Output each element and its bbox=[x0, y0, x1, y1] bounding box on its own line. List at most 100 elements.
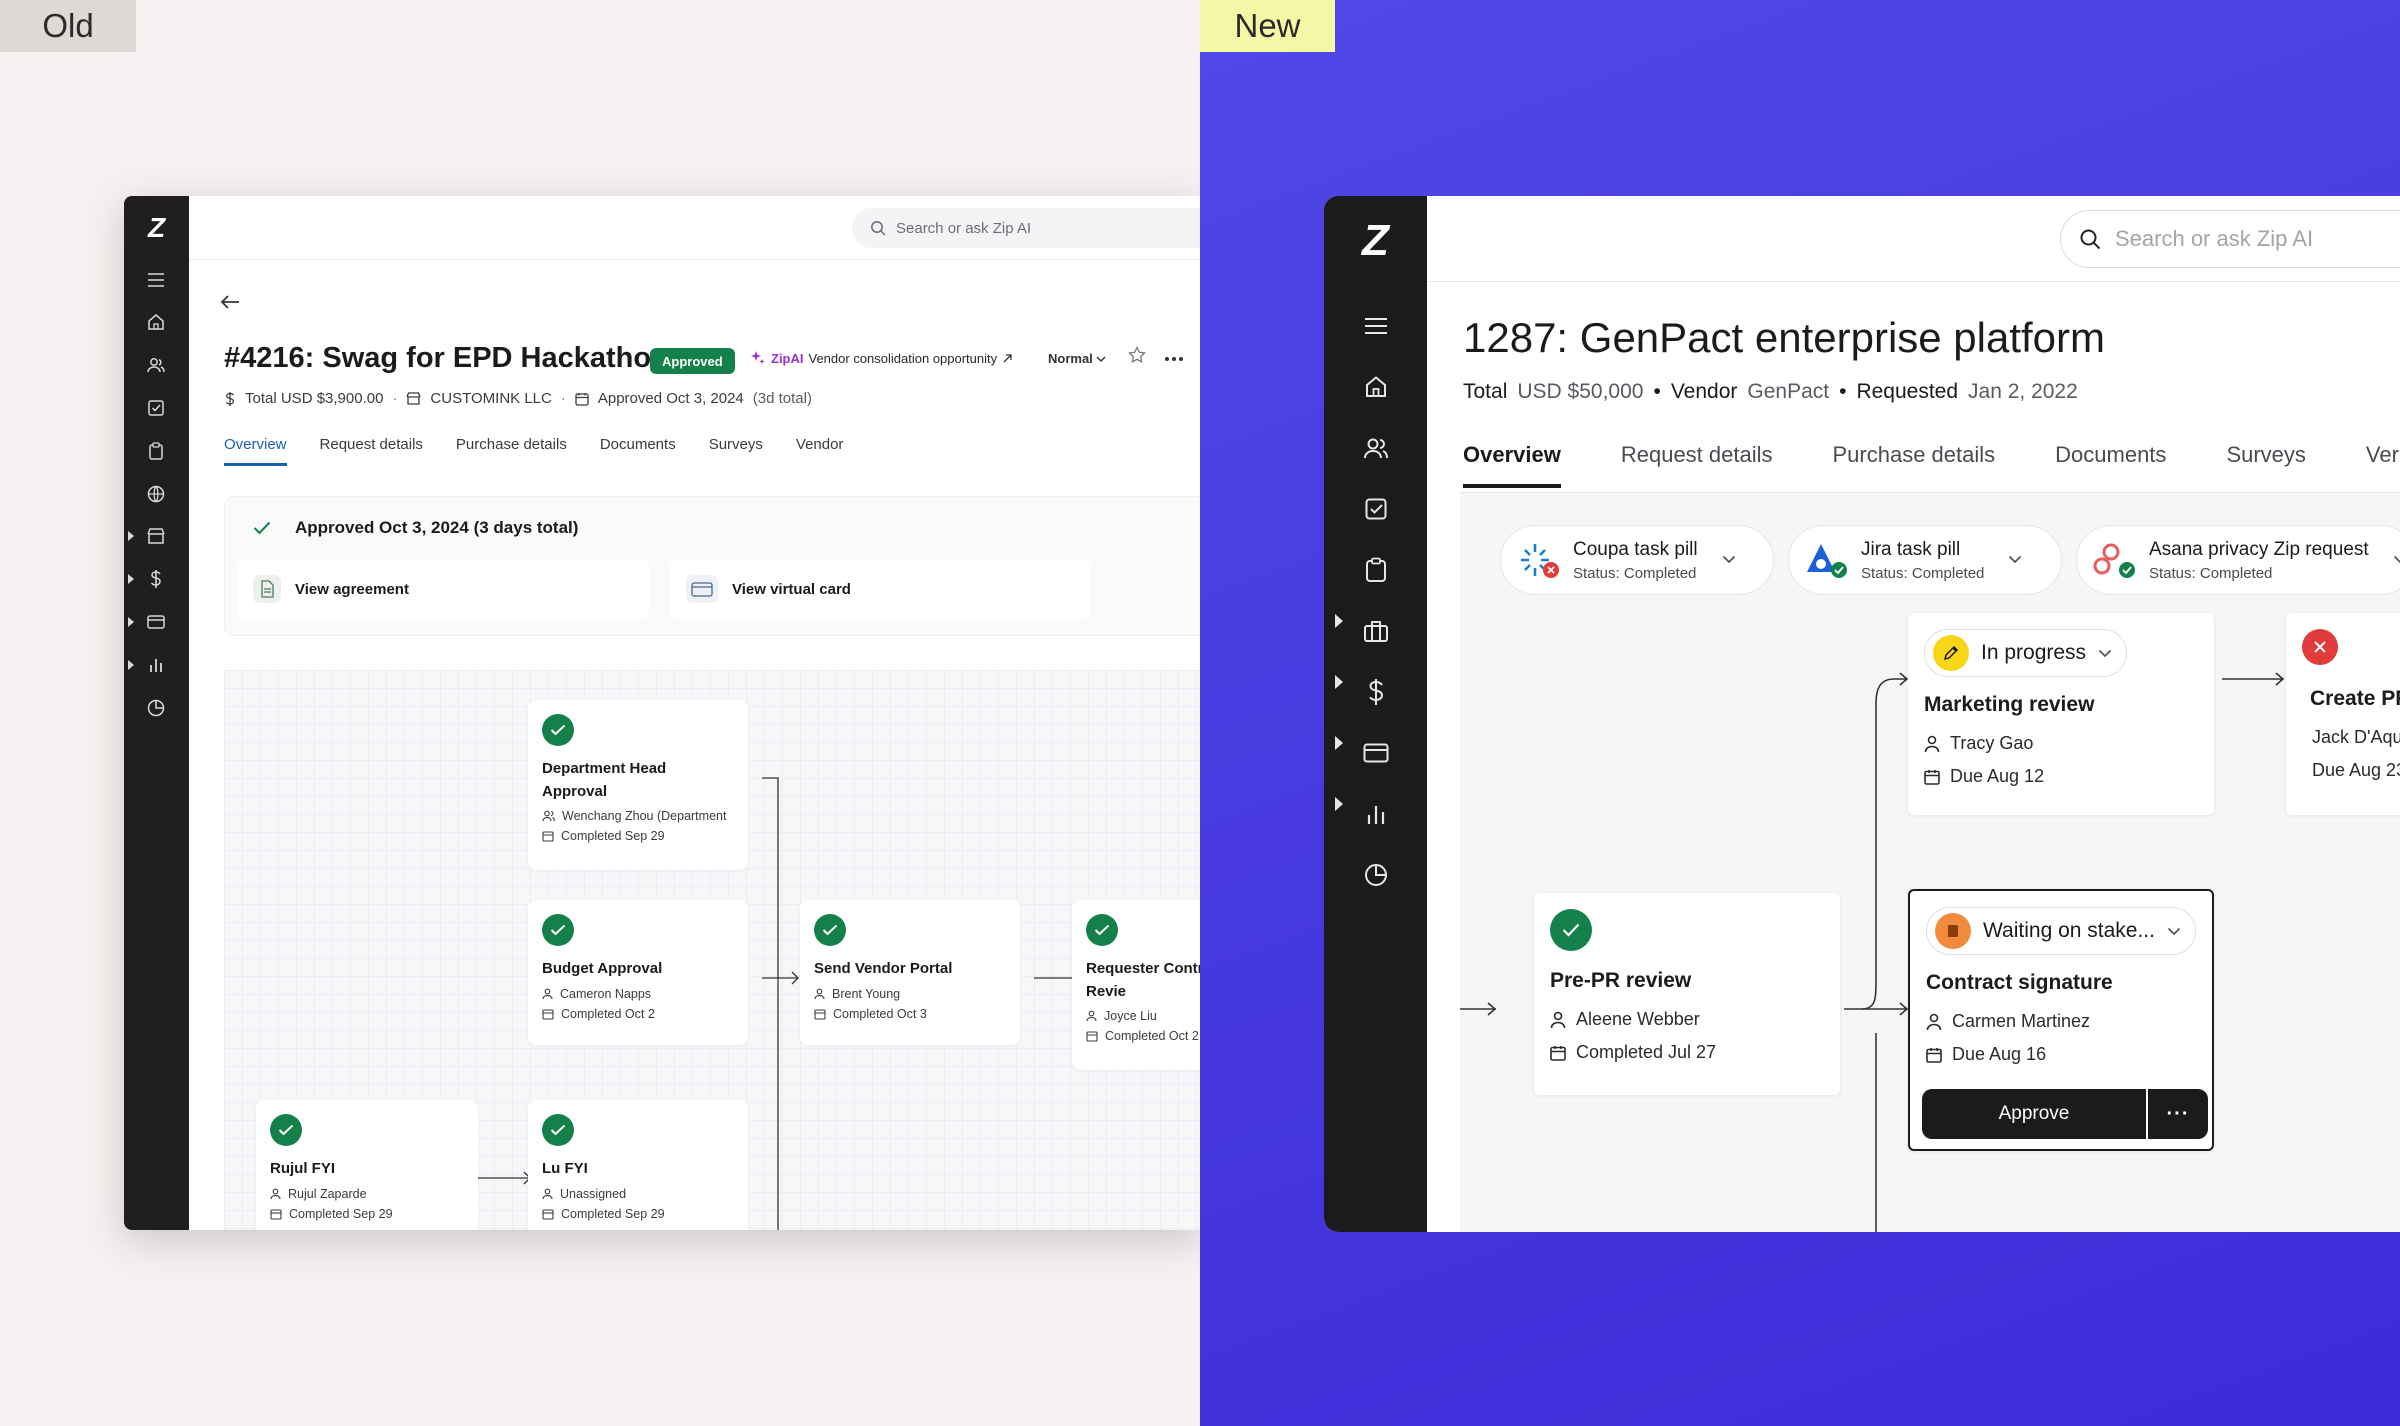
old-label: Old bbox=[0, 0, 136, 52]
dollar-icon[interactable] bbox=[1358, 674, 1394, 710]
menu-icon[interactable] bbox=[140, 264, 172, 296]
node-status: Completed Jul 27 bbox=[1550, 1042, 1824, 1063]
node-status: Completed Oct 3 bbox=[814, 1007, 1006, 1021]
pill-status: Status: Completed bbox=[2149, 564, 2273, 582]
tab-purchase-details[interactable]: Purchase details bbox=[456, 436, 567, 466]
new-meta-row: Total USD $50,000 • Vendor GenPact • Req… bbox=[1463, 380, 2078, 404]
coupa-task-pill[interactable]: Coupa task pill Status: Completed bbox=[1500, 525, 1774, 595]
completed-check-icon bbox=[542, 914, 574, 946]
tab-overview[interactable]: Overview bbox=[1463, 442, 1561, 488]
expand-caret-icon[interactable] bbox=[1335, 797, 1343, 811]
menu-icon[interactable] bbox=[1358, 308, 1394, 344]
workflow-node-marketing-review[interactable]: In progress Marketing review Tracy Gao D… bbox=[1908, 613, 2214, 815]
old-search-placeholder: Search or ask Zip AI bbox=[896, 219, 1032, 237]
star-icon[interactable] bbox=[1128, 345, 1146, 370]
workflow-node-requester-contract[interactable]: Requester Contr (No Legal Revie Joyce Li… bbox=[1072, 900, 1200, 1070]
workflow-node-rujul-fyi[interactable]: Rujul FYI Rujul Zaparde Completed Sep 29 bbox=[256, 1100, 478, 1230]
home-icon[interactable] bbox=[140, 306, 172, 338]
status-dropdown-in-progress[interactable]: In progress bbox=[1924, 629, 2128, 677]
workflow-node-send-vendor-portal[interactable]: Send Vendor Portal Brent Young Completed… bbox=[800, 900, 1020, 1045]
new-search-input[interactable]: Search or ask Zip AI bbox=[2060, 210, 2400, 268]
tab-request-details[interactable]: Request details bbox=[320, 436, 423, 466]
status-badge: Approved bbox=[650, 348, 735, 374]
priority-dropdown[interactable]: Normal bbox=[1048, 351, 1106, 366]
users-icon[interactable] bbox=[140, 349, 172, 381]
old-workflow-canvas: Department Head Approval Wenchang Zhou (… bbox=[224, 670, 1200, 1230]
tab-documents[interactable]: Documents bbox=[600, 436, 676, 466]
expand-caret-icon[interactable] bbox=[1335, 736, 1343, 750]
completed-check-icon bbox=[814, 914, 846, 946]
tasks-check-icon[interactable] bbox=[1358, 491, 1394, 527]
calendar-icon bbox=[270, 1208, 282, 1220]
pill-title: Jira task pill bbox=[1861, 538, 1961, 560]
home-icon[interactable] bbox=[1358, 369, 1394, 405]
tab-purchase-details[interactable]: Purchase details bbox=[1833, 442, 1996, 488]
node-assignee: Wenchang Zhou (Department bbox=[542, 809, 734, 823]
expand-caret-icon[interactable] bbox=[1335, 614, 1343, 628]
node-title: Lu FYI bbox=[542, 1160, 588, 1177]
jira-task-pill[interactable]: Jira task pill Status: Completed bbox=[1788, 525, 2062, 595]
old-page-title: #4216: Swag for EPD Hackathon bbox=[224, 342, 669, 374]
pie-chart-icon[interactable] bbox=[1358, 857, 1394, 893]
meta-vendor-value[interactable]: GenPact bbox=[1747, 380, 1829, 404]
workflow-node-department-head[interactable]: Department Head Approval Wenchang Zhou (… bbox=[528, 700, 748, 870]
tab-surveys[interactable]: Surveys bbox=[709, 436, 763, 466]
expand-caret-icon[interactable] bbox=[128, 617, 134, 627]
status-label: Waiting on stake... bbox=[1983, 919, 2155, 942]
expand-caret-icon[interactable] bbox=[1335, 675, 1343, 689]
workflow-node-create-pf[interactable]: Create PF Jack D'Aqui Due Aug 23 bbox=[2286, 613, 2400, 815]
old-search-input[interactable]: Search or ask Zip AI bbox=[852, 208, 1200, 248]
clipboard-icon[interactable] bbox=[1358, 552, 1394, 588]
globe-icon[interactable] bbox=[140, 478, 172, 510]
new-app-window: Z Search or ask Zip AI 1287: GenPact ent… bbox=[1324, 196, 2400, 1232]
status-dropdown-waiting[interactable]: Waiting on stake... bbox=[1926, 907, 2196, 955]
dollar-icon bbox=[225, 391, 235, 406]
new-page-title: 1287: GenPact enterprise platform bbox=[1463, 314, 2106, 361]
meta-vendor[interactable]: CUSTOMINK LLC bbox=[430, 390, 551, 407]
tasks-check-icon[interactable] bbox=[140, 392, 172, 424]
dollar-icon[interactable] bbox=[140, 563, 172, 595]
expand-caret-icon[interactable] bbox=[128, 531, 134, 541]
chevron-down-icon bbox=[2393, 551, 2400, 569]
briefcase-icon[interactable] bbox=[1358, 613, 1394, 649]
workflow-node-budget-approval[interactable]: Budget Approval Cameron Napps Completed … bbox=[528, 900, 748, 1045]
completed-check-icon bbox=[1550, 909, 1592, 951]
tab-vendor[interactable]: Vendor bbox=[796, 436, 844, 466]
calendar-icon bbox=[575, 392, 589, 406]
external-link-icon bbox=[1003, 353, 1012, 362]
more-options-icon[interactable] bbox=[1164, 342, 1184, 368]
workflow-node-contract-signature[interactable]: Waiting on stake... Contract signature C… bbox=[1908, 889, 2214, 1151]
clipboard-icon[interactable] bbox=[140, 435, 172, 467]
calendar-icon bbox=[1924, 769, 1940, 785]
pie-chart-icon[interactable] bbox=[140, 692, 172, 724]
meta-approved: Approved Oct 3, 2024 bbox=[597, 390, 744, 407]
tab-surveys[interactable]: Surveys bbox=[2226, 442, 2305, 488]
users-icon[interactable] bbox=[1358, 430, 1394, 466]
approve-button[interactable]: Approve bbox=[1922, 1089, 2146, 1139]
bar-chart-icon[interactable] bbox=[1358, 796, 1394, 832]
view-virtual-card-button[interactable]: View virtual card bbox=[670, 559, 1090, 619]
more-actions-button[interactable]: ··· bbox=[2148, 1089, 2208, 1139]
storefront-icon[interactable] bbox=[140, 520, 172, 552]
tab-overview[interactable]: Overview bbox=[224, 436, 287, 466]
meta-total: Total USD $3,900.00 bbox=[245, 390, 384, 407]
tab-documents[interactable]: Documents bbox=[2055, 442, 2166, 488]
workflow-node-pre-pr-review[interactable]: Pre-PR review Aleene Webber Completed Ju… bbox=[1534, 893, 1840, 1095]
tab-request-details[interactable]: Request details bbox=[1621, 442, 1773, 488]
asana-privacy-pill[interactable]: Asana privacy Zip request Status: Comple… bbox=[2076, 525, 2400, 595]
zip-ai-suggestion[interactable]: ZipAI Vendor consolidation opportunity bbox=[750, 350, 1013, 366]
node-title: Rujul FYI bbox=[270, 1160, 335, 1177]
completed-check-icon bbox=[1086, 914, 1118, 946]
bar-chart-icon[interactable] bbox=[140, 649, 172, 681]
chevron-down-icon bbox=[2167, 927, 2181, 935]
workflow-node-lu-fyi[interactable]: Lu FYI Unassigned Completed Sep 29 bbox=[528, 1100, 748, 1230]
back-arrow-icon[interactable] bbox=[220, 290, 240, 316]
old-app-window: Z Search or ask Zip AI #4216: Swag for E… bbox=[124, 196, 1200, 1230]
view-agreement-button[interactable]: View agreement bbox=[237, 559, 649, 619]
expand-caret-icon[interactable] bbox=[128, 660, 134, 670]
expand-caret-icon[interactable] bbox=[128, 574, 134, 584]
card-icon[interactable] bbox=[1358, 735, 1394, 771]
card-icon[interactable] bbox=[140, 606, 172, 638]
tab-vendor[interactable]: Ver bbox=[2366, 442, 2399, 488]
view-agreement-label: View agreement bbox=[295, 580, 409, 598]
